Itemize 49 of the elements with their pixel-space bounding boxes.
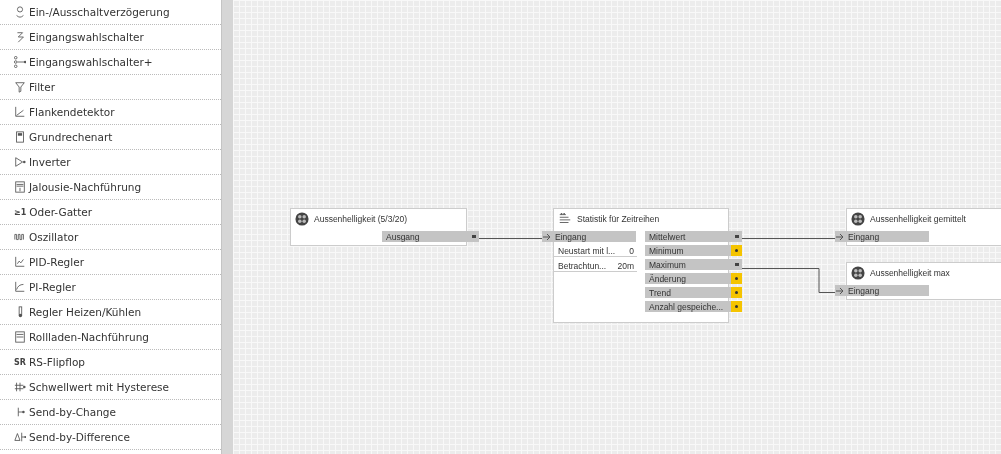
connector-line — [479, 238, 543, 239]
node-card[interactable]: Statistik für Zeitreihen Eingang Neustart mit l... 0 Betrachtun... 20m Mittelwert Minimum Maximum Änderung Trend Anzahl gespeiche... — [542, 208, 742, 323]
symbol-icon: ≥1 — [14, 207, 27, 217]
parameter-value: 20m — [617, 260, 634, 271]
sensor-icon — [851, 212, 865, 226]
node-title: Statistik für Zeitreihen — [577, 214, 660, 224]
calculator-icon — [14, 131, 26, 143]
node-card[interactable]: Aussenhelligkeit max Eingang — [835, 262, 1001, 300]
connector-end[interactable] — [468, 231, 479, 242]
unconnected-marker[interactable] — [731, 245, 742, 256]
input-port[interactable]: Eingang — [835, 231, 929, 242]
wave-icon — [14, 231, 26, 243]
arrow-icon — [543, 232, 551, 241]
filter-icon — [14, 81, 26, 93]
curve-icon — [14, 281, 26, 293]
symbol-icon: SR — [14, 357, 26, 367]
shutter-icon — [14, 331, 26, 343]
input-port[interactable]: Eingang — [542, 231, 636, 242]
triangle-icon — [14, 156, 26, 168]
scrollbar[interactable] — [221, 0, 233, 454]
unconnected-marker[interactable] — [731, 301, 742, 312]
branch-icon — [14, 56, 26, 68]
output-port[interactable]: Änderung — [645, 273, 731, 284]
parameter-value: 0 — [629, 245, 634, 256]
output-port[interactable]: Anzahl gespeiche... — [645, 301, 731, 312]
connector-end[interactable] — [731, 231, 742, 242]
node-title: Aussenhelligkeit max — [870, 268, 950, 278]
node-title: Aussenhelligkeit (5/3/20) — [314, 214, 408, 224]
output-port[interactable]: Trend — [645, 287, 731, 298]
input-port[interactable]: Eingang — [835, 285, 929, 296]
sensor-icon — [851, 266, 865, 280]
arrow-icon — [836, 232, 844, 241]
output-port[interactable]: Minimum — [645, 245, 731, 256]
sensor-icon — [295, 212, 309, 226]
node-card[interactable]: Aussenhelligkeit (5/3/20) Ausgang — [290, 208, 479, 246]
unconnected-marker[interactable] — [731, 287, 742, 298]
connector-end[interactable] — [731, 259, 742, 270]
node-title: Aussenhelligkeit gemittelt — [870, 214, 966, 224]
parameter-label: Betrachtun... — [558, 260, 607, 271]
parameter-label: Neustart mit l... — [558, 245, 616, 256]
chart-icon — [14, 256, 26, 268]
output-port[interactable]: Mittelwert — [645, 231, 731, 242]
output-port[interactable]: Maximum — [645, 259, 731, 270]
blind-icon — [14, 181, 26, 193]
node-card[interactable]: Aussenhelligkeit gemittelt Eingang — [835, 208, 1001, 246]
stack-icon — [558, 212, 572, 226]
arrow-icon — [836, 286, 844, 295]
output-port[interactable]: Ausgang — [382, 231, 468, 242]
unconnected-marker[interactable] — [731, 273, 742, 284]
